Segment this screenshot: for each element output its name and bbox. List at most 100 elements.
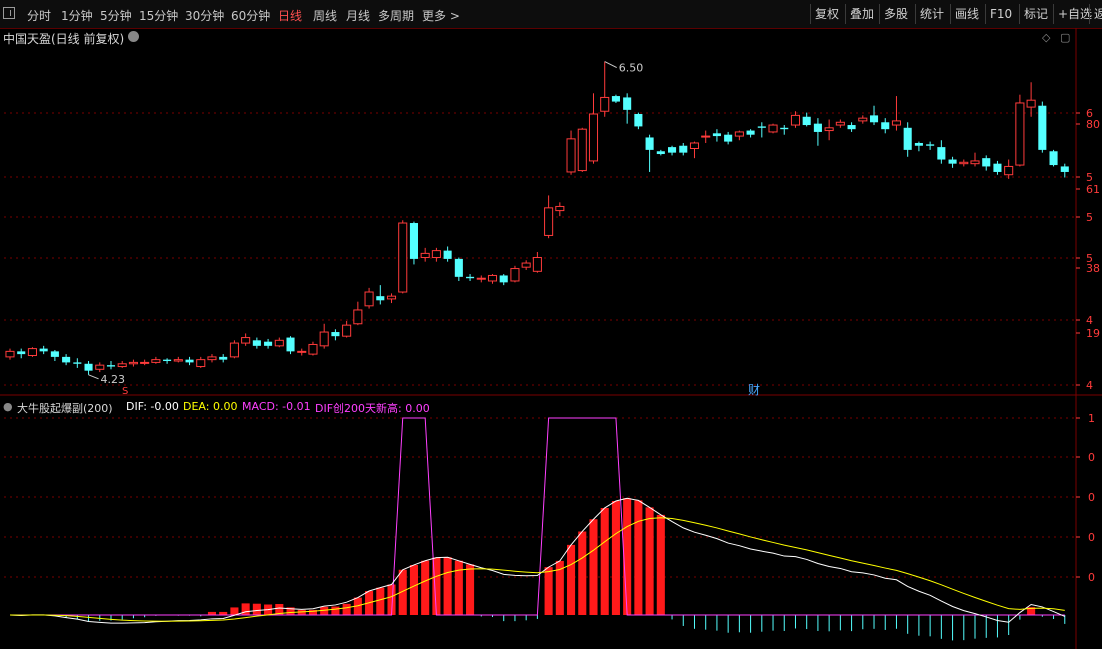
low-price-label: 4.23: [101, 373, 126, 386]
candle-body: [790, 114, 801, 126]
candle-body: [881, 122, 890, 130]
indicator-axis-label: 0: [1088, 451, 1095, 464]
event-mark-cai: 财: [748, 383, 760, 397]
candle-body: [499, 275, 508, 283]
candle-body: [386, 295, 397, 300]
candle-body: [466, 276, 475, 279]
candle-body: [219, 356, 228, 360]
candle-body: [959, 161, 969, 165]
indicator-axis-label: 0: [1088, 531, 1095, 544]
high-price-label: 6.50: [619, 62, 644, 75]
candle-body: [331, 332, 340, 337]
candle-body: [668, 147, 677, 153]
candle-body: [252, 340, 261, 346]
axis-label: 4: [1086, 379, 1093, 392]
candle-body: [835, 121, 845, 126]
candle-body: [802, 116, 811, 126]
candle-body: [634, 114, 643, 127]
candle-body: [768, 124, 778, 133]
candle-body: [746, 130, 755, 135]
candle-body: [1015, 102, 1025, 166]
candle-body: [734, 131, 744, 137]
candle-body: [780, 127, 789, 130]
candle-body: [724, 134, 733, 142]
candle-body: [431, 250, 441, 259]
candle-body: [1038, 105, 1047, 150]
indicator-dif-high: DIF创200天新高: 0.00: [315, 402, 430, 415]
candle-body: [308, 343, 318, 355]
candle-body: [319, 331, 329, 347]
candle-body: [689, 142, 700, 149]
kline-chart[interactable]: 680561553841946.504.23S 财10000: [0, 0, 1102, 649]
candle-body: [84, 363, 93, 371]
indicator-axis-label: 0: [1088, 491, 1095, 504]
indicator-dea: DEA: 0.00: [183, 400, 238, 413]
axis-label: 38: [1086, 262, 1100, 275]
candle-body: [443, 250, 452, 259]
candle-body: [5, 350, 15, 358]
candle-body: [17, 351, 26, 355]
candle-body: [95, 364, 105, 370]
candle-body: [532, 257, 542, 272]
candle-body: [297, 350, 307, 353]
candle-body: [117, 363, 127, 368]
candle-body: [353, 309, 363, 325]
event-mark-s: S: [122, 386, 128, 397]
dif-line: [9, 497, 1065, 624]
candle-body: [824, 127, 834, 132]
candle-body: [611, 96, 620, 102]
indicator-dif: DIF: -0.00: [126, 400, 179, 413]
high-marker-line: [604, 61, 617, 69]
candle-body: [701, 135, 711, 138]
candle-body: [106, 365, 116, 367]
indicator-axis-label: 1: [1088, 412, 1095, 425]
candle-body: [185, 359, 194, 363]
candle-body: [487, 274, 498, 282]
candle-body: [891, 120, 902, 126]
axis-label: 19: [1086, 327, 1100, 340]
candle-body: [948, 159, 957, 164]
candle-body: [588, 113, 599, 162]
candle-body: [903, 127, 912, 150]
candle-body: [510, 268, 520, 282]
indicator-dropdown-icon[interactable]: ●: [3, 400, 13, 413]
candle-body: [600, 96, 610, 112]
candle-body: [858, 117, 868, 122]
candle-body: [847, 125, 856, 130]
low-marker-line: [88, 374, 99, 380]
candle-body: [544, 207, 554, 236]
candle-body: [420, 252, 430, 259]
candle-body: [27, 348, 37, 357]
axis-label: 4: [1086, 314, 1093, 327]
candle-body: [937, 147, 946, 160]
candle-body: [712, 133, 721, 137]
candle-body: [454, 258, 463, 277]
candle-body: [577, 128, 587, 172]
candle-body: [926, 144, 935, 146]
candle-body: [264, 341, 273, 346]
candle-body: [140, 361, 150, 364]
candle-body: [555, 205, 565, 212]
candle-body: [982, 158, 991, 167]
candle-body: [656, 151, 665, 155]
candle-body: [151, 359, 161, 363]
candle-body: [398, 222, 408, 293]
candle-body: [274, 339, 284, 347]
indicator-name: 大牛股起爆副(200): [17, 402, 113, 415]
candle-body: [914, 142, 923, 146]
axis-label: 80: [1086, 118, 1100, 131]
candle-body: [241, 337, 251, 344]
candle-body: [342, 324, 352, 337]
indicator-axis-label: 0: [1088, 571, 1095, 584]
candle-body: [409, 223, 418, 259]
candle-body: [623, 97, 632, 110]
candle-body: [869, 115, 879, 123]
candle-body: [62, 356, 71, 363]
candle-body: [757, 126, 766, 128]
candle-body: [1004, 165, 1014, 176]
indicator-macd: MACD: -0.01: [242, 400, 311, 413]
candle-body: [173, 359, 183, 362]
axis-label: 61: [1086, 183, 1100, 196]
candle-body: [286, 337, 295, 352]
axis-label: 5: [1086, 211, 1093, 224]
